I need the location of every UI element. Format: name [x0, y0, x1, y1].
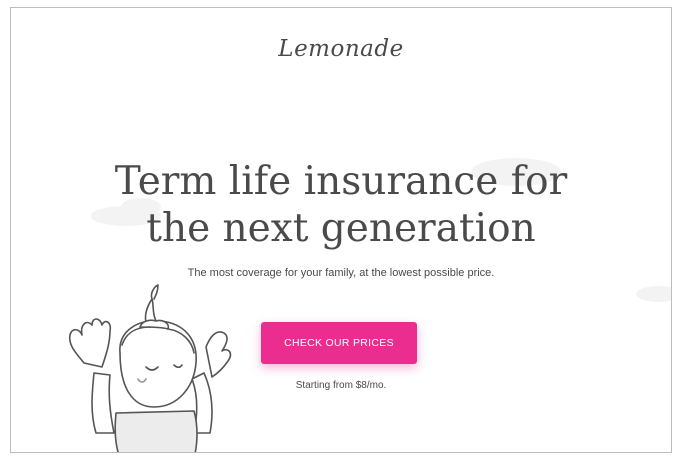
- headline-line-1: Term life insurance for: [114, 159, 568, 204]
- hero-subtext: The most coverage for your family, at th…: [187, 267, 495, 279]
- background-cloud-far-right: [636, 286, 671, 302]
- page-frame: Lemonade Term life insurance for the nex…: [10, 7, 672, 453]
- headline-line-2: the next generation: [146, 206, 536, 251]
- lemonade-logo[interactable]: Lemonade: [11, 36, 671, 62]
- hero-headline: Term life insurance for the next generat…: [11, 158, 671, 252]
- child-character-illustration: [68, 284, 232, 452]
- check-our-prices-button[interactable]: CHECK OUR PRICES: [261, 322, 417, 364]
